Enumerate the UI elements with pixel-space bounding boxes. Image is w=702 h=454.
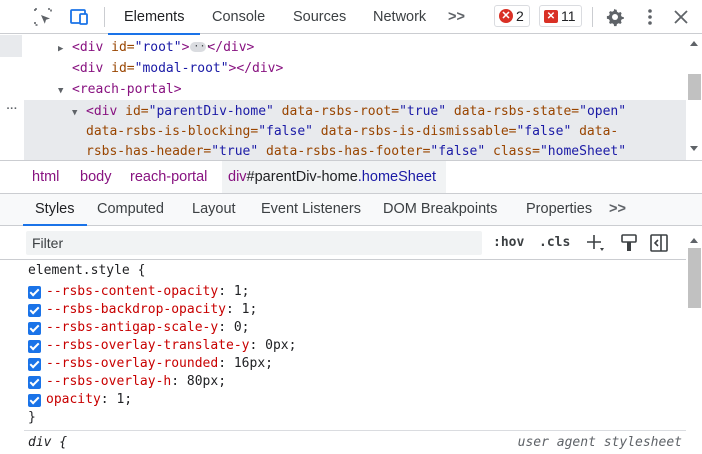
close-icon[interactable] (670, 6, 692, 28)
dom-node-selected-line3[interactable]: rsbs-has-header="true" data-rsbs-has-foo… (86, 142, 626, 160)
style-property[interactable]: --rsbs-antigap-scale-y: 0; (28, 319, 250, 337)
more-tabs-chevron-icon[interactable]: >> (444, 0, 469, 34)
tab-sources[interactable]: Sources (289, 0, 350, 34)
rule-selector[interactable]: element.style { (28, 262, 145, 280)
error-icon: ✕ (499, 9, 513, 23)
toggle-sidebar-icon[interactable] (649, 233, 669, 253)
toolbar-divider (104, 7, 105, 27)
hover-state-toggle[interactable]: :hov (493, 234, 524, 252)
tab-elements[interactable]: Elements (107, 0, 201, 35)
more-subtabs-chevron-icon[interactable]: >> (609, 194, 626, 225)
issue-icon: ✕ (544, 9, 558, 23)
property-checkbox[interactable] (28, 375, 41, 389)
expand-triangle-icon[interactable]: ▶ (58, 39, 72, 60)
scroll-down-arrow-icon[interactable] (690, 146, 698, 151)
tab-dom-breakpoints[interactable]: DOM Breakpoints (383, 194, 497, 225)
more-options-icon[interactable] (639, 6, 661, 28)
tab-styles[interactable]: Styles (23, 194, 86, 226)
error-count-badge[interactable]: ✕ 2 (494, 5, 530, 27)
style-property[interactable]: opacity: 1; (28, 391, 132, 409)
rule-close-brace: } (28, 410, 36, 425)
styles-pane: element.style { --rsbs-content-opacity: … (24, 260, 686, 454)
issues-count-badge[interactable]: ✕ 11 (539, 5, 582, 27)
property-checkbox[interactable] (28, 339, 41, 353)
rule-divider (24, 430, 686, 431)
dom-node-selected-line1[interactable]: ▼ <div id="parentDiv-home" data-rsbs-root… (72, 102, 626, 122)
scroll-up-arrow-icon[interactable] (690, 238, 698, 243)
tab-network[interactable]: Network (369, 0, 430, 34)
dom-node-selected-line2[interactable]: data-rsbs-is-blocking="false" data-rsbs-… (86, 122, 618, 142)
scroll-up-arrow-icon[interactable] (690, 41, 698, 46)
breadcrumb-item-html[interactable]: html (26, 161, 65, 193)
property-checkbox[interactable] (28, 321, 41, 335)
tab-layout[interactable]: Layout (192, 194, 236, 225)
style-property[interactable]: --rsbs-overlay-rounded: 16px; (28, 355, 273, 373)
breadcrumb-item-reach-portal[interactable]: reach-portal (124, 161, 213, 193)
gutter-highlight (0, 35, 22, 57)
dom-node-root[interactable]: ▶ <div id="root"> ··· </div> (58, 37, 254, 58)
tab-computed[interactable]: Computed (97, 194, 164, 225)
style-property[interactable]: --rsbs-overlay-h: 80px; (28, 373, 226, 391)
collapsed-ellipsis-icon[interactable]: ··· (190, 41, 211, 52)
class-toggle[interactable]: .cls (539, 234, 570, 252)
collapse-triangle-icon[interactable]: ▼ (58, 81, 72, 102)
filter-input[interactable] (26, 231, 482, 255)
tab-console[interactable]: Console (208, 0, 269, 34)
rule-source-label: user agent stylesheet (517, 435, 682, 450)
breadcrumb-item-active[interactable]: div#parentDiv-home.homeSheet (222, 161, 446, 193)
dom-tree: ▶ <div id="root"> ··· </div> <div id="modal… (24, 34, 686, 160)
property-checkbox[interactable] (28, 393, 41, 407)
styles-filter-bar: :hov .cls (0, 226, 702, 260)
dom-scrollbar[interactable] (686, 34, 702, 160)
toolbar-divider (592, 7, 593, 27)
style-property[interactable]: --rsbs-overlay-translate-y: 0px; (28, 337, 296, 355)
breadcrumb-item-body[interactable]: body (74, 161, 117, 193)
paint-brush-icon[interactable] (619, 233, 639, 253)
add-style-rule-icon[interactable] (585, 233, 605, 253)
breadcrumb: html body reach-portal div#parentDiv-hom… (0, 160, 702, 194)
node-actions-ellipsis-icon[interactable]: ··· (0, 102, 24, 116)
dom-node-modal-root[interactable]: <div id="modal-root"></div> (72, 58, 283, 79)
property-checkbox[interactable] (28, 357, 41, 371)
style-property[interactable]: --rsbs-content-opacity: 1; (28, 283, 250, 301)
inspect-element-icon[interactable] (32, 6, 54, 28)
devtools-toolbar: Elements Console Sources Network >> ✕ 2 … (0, 0, 702, 35)
sidebar-tabs: Styles Computed Layout Event Listeners D… (0, 194, 702, 226)
styles-scroll-thumb[interactable] (688, 248, 701, 308)
tab-properties[interactable]: Properties (526, 194, 592, 225)
style-property[interactable]: --rsbs-backdrop-opacity: 1; (28, 301, 257, 319)
issue-count: 11 (561, 8, 576, 24)
error-count: 2 (516, 8, 524, 24)
dom-scroll-thumb[interactable] (688, 74, 701, 100)
gear-icon[interactable] (604, 6, 626, 28)
collapse-triangle-icon[interactable]: ▼ (72, 103, 86, 123)
tab-event-listeners[interactable]: Event Listeners (261, 194, 361, 225)
styles-scrollbar[interactable] (686, 230, 702, 454)
property-checkbox[interactable] (28, 303, 41, 317)
dom-node-reach-portal[interactable]: ▼ <reach-portal> (58, 79, 182, 100)
rule-selector[interactable]: div { (28, 435, 67, 450)
device-toolbar-icon[interactable] (68, 6, 90, 28)
property-checkbox[interactable] (28, 285, 41, 299)
